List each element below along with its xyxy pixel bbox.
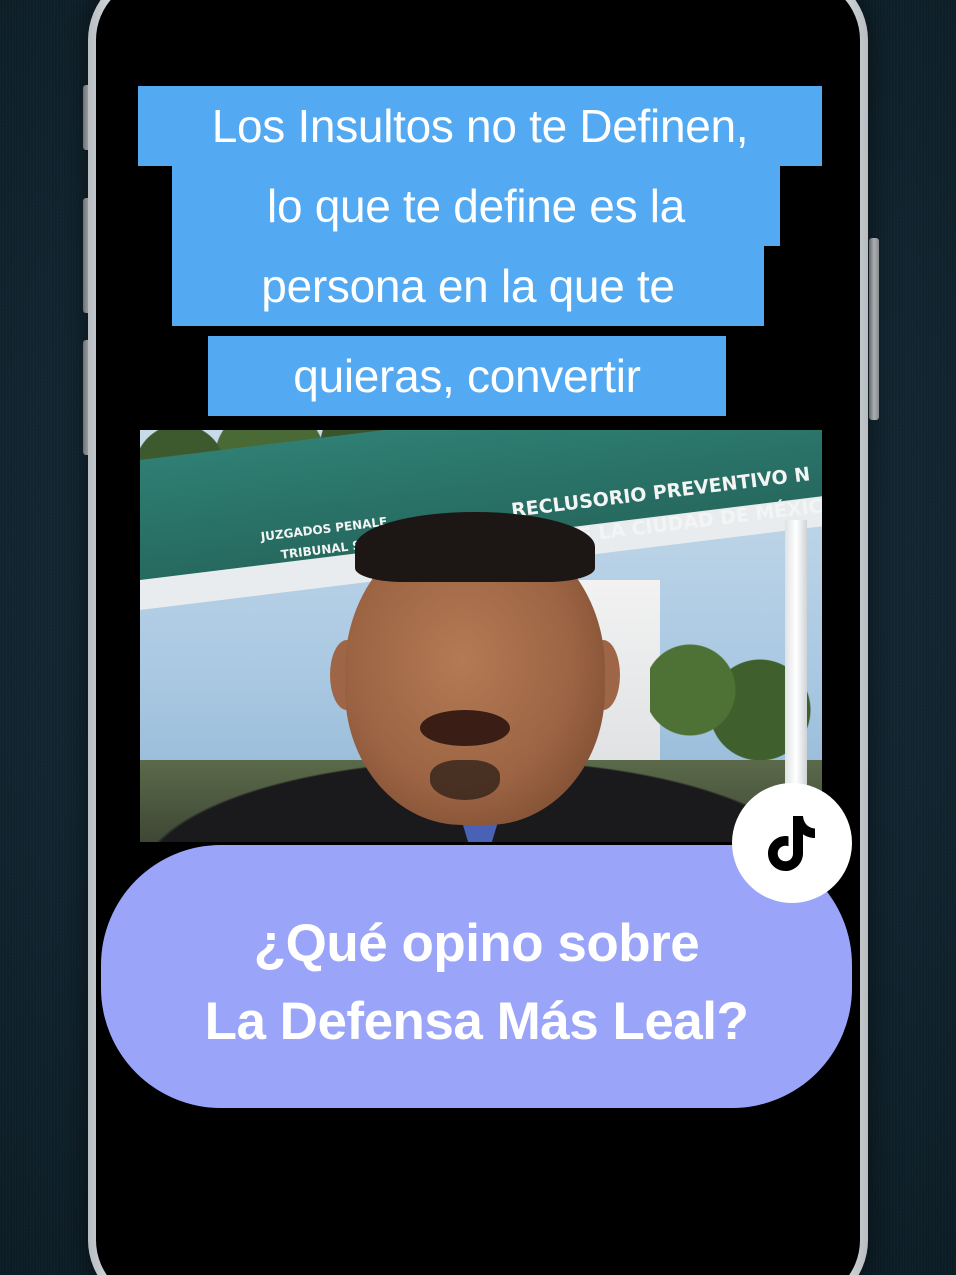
question-line-2: La Defensa Más Leal? — [204, 992, 749, 1051]
tiktok-badge[interactable] — [732, 783, 852, 903]
phone-power-button — [869, 238, 879, 420]
caption-line-4: quieras, convertir — [208, 336, 726, 416]
caption-line-3: persona en la que te — [172, 246, 764, 326]
question-line-1: ¿Qué opino sobre — [253, 914, 700, 973]
caption-line-2: lo que te define es la — [172, 166, 780, 246]
caption-line-1: Los Insultos no te Definen, — [138, 86, 822, 166]
person-hair — [355, 512, 595, 582]
person-mouth — [420, 710, 510, 746]
question-bubble: ¿Qué opino sobre La Defensa Más Leal? — [101, 845, 852, 1108]
tiktok-logo-icon — [768, 816, 815, 871]
video-frame[interactable]: RECLUSORIO PREVENTIVO N CIA DE LA CIUDAD… — [140, 430, 822, 842]
person-goatee — [430, 760, 500, 800]
